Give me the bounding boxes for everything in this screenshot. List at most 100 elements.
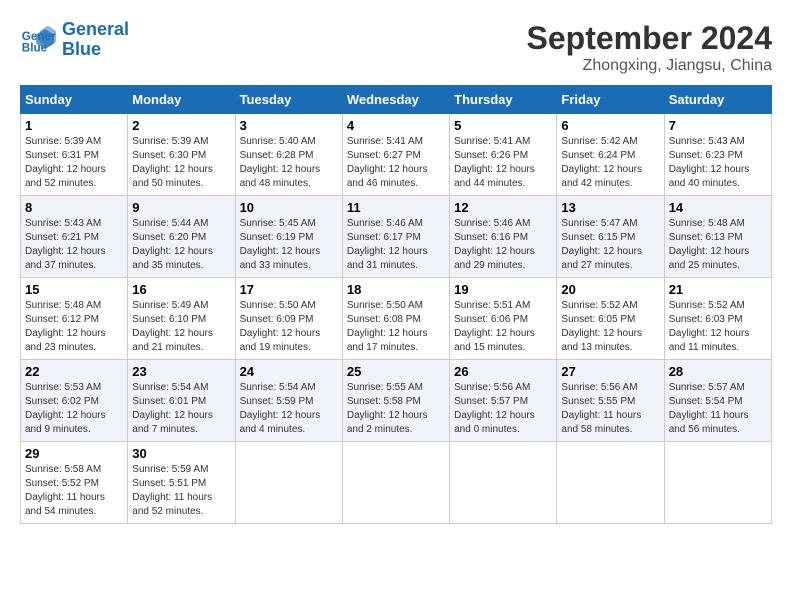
calendar-week-1: 1Sunrise: 5:39 AM Sunset: 6:31 PM Daylig… — [21, 114, 772, 196]
day-info: Sunrise: 5:50 AM Sunset: 6:08 PM Dayligh… — [347, 299, 445, 355]
calendar-day: 25 Sunrise: 5:55 AM Sunset: 5:58 PM Dayli… — [342, 360, 449, 442]
day-info: Sunrise: 5:51 AM Sunset: 6:06 PM Dayligh… — [454, 299, 552, 355]
calendar-week-2: 8 Sunrise: 5:43 AM Sunset: 6:21 PM Daylig… — [21, 196, 772, 278]
calendar-day: 27 Sunrise: 5:56 AM Sunset: 5:55 PM Dayli… — [557, 360, 664, 442]
day-info: Sunrise: 5:48 AM Sunset: 6:13 PM Dayligh… — [669, 217, 767, 273]
calendar-day — [342, 442, 449, 524]
calendar-day: 12 Sunrise: 5:46 AM Sunset: 6:16 PM Dayli… — [450, 196, 557, 278]
header-tuesday: Tuesday — [235, 86, 342, 114]
day-info: Sunrise: 5:56 AM Sunset: 5:55 PM Dayligh… — [561, 381, 659, 437]
day-number: 5 — [454, 118, 552, 133]
day-info: Sunrise: 5:47 AM Sunset: 6:15 PM Dayligh… — [561, 217, 659, 273]
day-number: 14 — [669, 200, 767, 215]
day-number: 7 — [669, 118, 767, 133]
calendar-day: 15 Sunrise: 5:48 AM Sunset: 6:12 PM Dayli… — [21, 278, 128, 360]
calendar-day: 16 Sunrise: 5:49 AM Sunset: 6:10 PM Dayli… — [128, 278, 235, 360]
calendar-week-3: 15 Sunrise: 5:48 AM Sunset: 6:12 PM Dayli… — [21, 278, 772, 360]
day-number: 8 — [25, 200, 123, 215]
day-info: Sunrise: 5:46 AM Sunset: 6:16 PM Dayligh… — [454, 217, 552, 273]
calendar-day: 23Sunrise: 5:54 AM Sunset: 6:01 PM Dayli… — [128, 360, 235, 442]
day-number: 11 — [347, 200, 445, 215]
calendar-day: 14 Sunrise: 5:48 AM Sunset: 6:13 PM Dayli… — [664, 196, 771, 278]
day-info: Sunrise: 5:49 AM Sunset: 6:10 PM Dayligh… — [132, 299, 230, 355]
day-number: 3 — [240, 118, 338, 133]
day-info: Sunrise: 5:44 AM Sunset: 6:20 PM Dayligh… — [132, 217, 230, 273]
calendar-day: 6 Sunrise: 5:42 AM Sunset: 6:24 PM Daylig… — [557, 114, 664, 196]
header-thursday: Thursday — [450, 86, 557, 114]
day-info: Sunrise: 5:59 AM Sunset: 5:51 PM Dayligh… — [132, 463, 230, 519]
day-info: Sunrise: 5:41 AM Sunset: 6:27 PM Dayligh… — [347, 135, 445, 191]
day-number: 27 — [561, 364, 659, 379]
day-info: Sunrise: 5:39 AM Sunset: 6:31 PM Dayligh… — [25, 135, 123, 191]
day-info: Sunrise: 5:45 AM Sunset: 6:19 PM Dayligh… — [240, 217, 338, 273]
day-info: Sunrise: 5:53 AM Sunset: 6:02 PM Dayligh… — [25, 381, 123, 437]
calendar-day: 10 Sunrise: 5:45 AM Sunset: 6:19 PM Dayli… — [235, 196, 342, 278]
header-sunday: Sunday — [21, 86, 128, 114]
day-number: 24 — [240, 364, 338, 379]
logo-icon: General Blue — [20, 22, 56, 58]
calendar-day: 21 Sunrise: 5:52 AM Sunset: 6:03 PM Dayli… — [664, 278, 771, 360]
day-info: Sunrise: 5:46 AM Sunset: 6:17 PM Dayligh… — [347, 217, 445, 273]
page-header: General Blue General Blue September 2024… — [20, 20, 772, 75]
day-info: Sunrise: 5:52 AM Sunset: 6:03 PM Dayligh… — [669, 299, 767, 355]
calendar-title: September 2024 — [527, 20, 772, 57]
calendar-day: 11 Sunrise: 5:46 AM Sunset: 6:17 PM Dayli… — [342, 196, 449, 278]
day-info: Sunrise: 5:55 AM Sunset: 5:58 PM Dayligh… — [347, 381, 445, 437]
calendar-day — [450, 442, 557, 524]
day-number: 21 — [669, 282, 767, 297]
day-info: Sunrise: 5:39 AM Sunset: 6:30 PM Dayligh… — [132, 135, 230, 191]
day-info: Sunrise: 5:56 AM Sunset: 5:57 PM Dayligh… — [454, 381, 552, 437]
calendar-day: 22 Sunrise: 5:53 AM Sunset: 6:02 PM Dayli… — [21, 360, 128, 442]
calendar-day: 24 Sunrise: 5:54 AM Sunset: 5:59 PM Dayli… — [235, 360, 342, 442]
day-number: 16 — [132, 282, 230, 297]
day-number: 2 — [132, 118, 230, 133]
calendar-day: 7Sunrise: 5:43 AM Sunset: 6:23 PM Daylig… — [664, 114, 771, 196]
day-number: 23 — [132, 364, 230, 379]
calendar-day: 8 Sunrise: 5:43 AM Sunset: 6:21 PM Daylig… — [21, 196, 128, 278]
logo: General Blue General Blue — [20, 20, 129, 60]
calendar-day: 5 Sunrise: 5:41 AM Sunset: 6:26 PM Daylig… — [450, 114, 557, 196]
day-info: Sunrise: 5:41 AM Sunset: 6:26 PM Dayligh… — [454, 135, 552, 191]
day-number: 10 — [240, 200, 338, 215]
calendar-day: 3Sunrise: 5:40 AM Sunset: 6:28 PM Daylig… — [235, 114, 342, 196]
day-info: Sunrise: 5:48 AM Sunset: 6:12 PM Dayligh… — [25, 299, 123, 355]
calendar-day: 1Sunrise: 5:39 AM Sunset: 6:31 PM Daylig… — [21, 114, 128, 196]
day-number: 30 — [132, 446, 230, 461]
logo-text: General Blue — [62, 20, 129, 60]
day-info: Sunrise: 5:52 AM Sunset: 6:05 PM Dayligh… — [561, 299, 659, 355]
day-number: 29 — [25, 446, 123, 461]
calendar-day: 18 Sunrise: 5:50 AM Sunset: 6:08 PM Dayli… — [342, 278, 449, 360]
day-info: Sunrise: 5:50 AM Sunset: 6:09 PM Dayligh… — [240, 299, 338, 355]
day-number: 22 — [25, 364, 123, 379]
calendar-body: 1Sunrise: 5:39 AM Sunset: 6:31 PM Daylig… — [21, 114, 772, 524]
calendar-day — [557, 442, 664, 524]
header-saturday: Saturday — [664, 86, 771, 114]
header-monday: Monday — [128, 86, 235, 114]
day-number: 13 — [561, 200, 659, 215]
calendar-day: 29Sunrise: 5:58 AM Sunset: 5:52 PM Dayli… — [21, 442, 128, 524]
calendar-subtitle: Zhongxing, Jiangsu, China — [527, 57, 772, 75]
day-number: 20 — [561, 282, 659, 297]
calendar-day — [664, 442, 771, 524]
day-number: 19 — [454, 282, 552, 297]
day-number: 25 — [347, 364, 445, 379]
day-number: 26 — [454, 364, 552, 379]
calendar-day: 30 Sunrise: 5:59 AM Sunset: 5:51 PM Dayli… — [128, 442, 235, 524]
day-number: 28 — [669, 364, 767, 379]
calendar-day: 9 Sunrise: 5:44 AM Sunset: 6:20 PM Daylig… — [128, 196, 235, 278]
day-info: Sunrise: 5:42 AM Sunset: 6:24 PM Dayligh… — [561, 135, 659, 191]
calendar-week-5: 29Sunrise: 5:58 AM Sunset: 5:52 PM Dayli… — [21, 442, 772, 524]
day-number: 12 — [454, 200, 552, 215]
calendar-day — [235, 442, 342, 524]
header-friday: Friday — [557, 86, 664, 114]
day-number: 15 — [25, 282, 123, 297]
day-info: Sunrise: 5:43 AM Sunset: 6:21 PM Dayligh… — [25, 217, 123, 273]
day-number: 18 — [347, 282, 445, 297]
day-number: 4 — [347, 118, 445, 133]
day-number: 6 — [561, 118, 659, 133]
calendar-day: 2 Sunrise: 5:39 AM Sunset: 6:30 PM Daylig… — [128, 114, 235, 196]
day-info: Sunrise: 5:54 AM Sunset: 5:59 PM Dayligh… — [240, 381, 338, 437]
day-number: 9 — [132, 200, 230, 215]
calendar-day: 26 Sunrise: 5:56 AM Sunset: 5:57 PM Dayli… — [450, 360, 557, 442]
day-number: 17 — [240, 282, 338, 297]
